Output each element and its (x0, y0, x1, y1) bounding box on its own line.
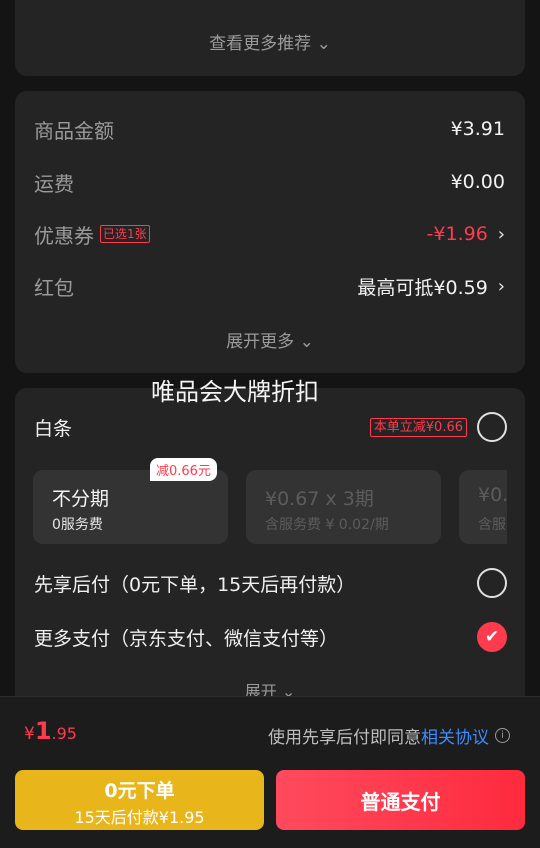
agreement-link[interactable]: 相关协议 (421, 723, 489, 748)
normal-pay-button[interactable]: 普通支付 (276, 770, 525, 830)
goods-amount-value: ¥3.91 (450, 118, 505, 140)
coupon-value: -¥1.96 (426, 223, 488, 245)
baitiao-promo-tag: 本单立减¥0.66 (369, 417, 467, 437)
red-packet-row[interactable]: 红包 最高可抵¥0.59 › (34, 271, 505, 301)
goods-amount-label: 商品金额 (34, 118, 114, 143)
total-price: ¥1.95 (24, 717, 77, 745)
pay-later-button-subtitle: 15天后付款¥1.95 (74, 808, 205, 827)
plan-title: ¥0.67 x 3期 (265, 488, 374, 510)
info-icon[interactable]: i (495, 728, 510, 743)
baitiao-row[interactable]: 白条 本单立减¥0.66 (34, 410, 507, 444)
pay-later-button[interactable]: 0元下单 15天后付款¥1.95 (15, 770, 264, 830)
pay-later-row[interactable]: 先享后付（0元下单，15天后再付款） (34, 566, 507, 600)
plan-subtitle: 含服务费 ¥ 0.02/期 (265, 517, 389, 533)
plan-more-installments[interactable]: ¥0. 含服 (459, 470, 507, 544)
expand-more-link[interactable]: 展开更多 ⌄ (15, 327, 525, 352)
checkout-bar: ¥1.95 使用先享后付即同意 相关协议 i 0元下单 15天后付款¥1.95 … (0, 696, 540, 848)
plan-title: 不分期 (52, 488, 110, 510)
baitiao-label: 白条 (34, 417, 73, 440)
more-payment-row[interactable]: 更多支付（京东支付、微信支付等） ✔ (34, 620, 507, 654)
plan-3-installments[interactable]: ¥0.67 x 3期 含服务费 ¥ 0.02/期 (246, 470, 441, 544)
agreement-label: 使用先享后付即同意 (268, 728, 421, 748)
price-summary-panel: 商品金额 ¥3.91 运费 ¥0.00 优惠券 已选1张 -¥1.96 › 红包… (15, 91, 525, 373)
more-payment-label: 更多支付（京东支付、微信支付等） (34, 627, 339, 650)
plan-subtitle: 含服 (478, 517, 506, 533)
chevron-right-icon: › (497, 223, 505, 245)
payment-card: 白条 本单立减¥0.66 不分期 0服务费 ¥0.67 x 3期 含服务费 ¥ … (15, 388, 525, 708)
red-packet-label: 红包 (34, 275, 74, 300)
installment-plans: 不分期 0服务费 ¥0.67 x 3期 含服务费 ¥ 0.02/期 ¥0. 含服 (33, 470, 507, 544)
red-packet-value: 最高可抵¥0.59 (357, 276, 488, 299)
pay-later-button-title: 0元下单 (104, 780, 175, 802)
shipping-row: 运费 ¥0.00 (34, 167, 505, 197)
plan-title: ¥0. (478, 484, 507, 506)
pay-later-radio[interactable] (477, 568, 507, 598)
baitiao-radio[interactable] (477, 412, 507, 442)
shipping-label: 运费 (34, 171, 74, 196)
plan-subtitle: 0服务费 (52, 517, 103, 533)
total-integer: 1 (34, 717, 52, 745)
shipping-value: ¥0.00 (450, 171, 505, 193)
recommend-card: 查看更多推荐 ⌄ (15, 0, 525, 76)
currency-symbol: ¥ (24, 724, 35, 744)
agreement-text: 使用先享后付即同意 相关协议 i (268, 723, 510, 748)
goods-amount-row: 商品金额 ¥3.91 (34, 114, 505, 144)
coupon-selected-tag: 已选1张 (100, 225, 150, 243)
plan-no-installment[interactable]: 不分期 0服务费 (33, 470, 228, 544)
coupon-label: 优惠券 (34, 223, 94, 248)
pay-later-label: 先享后付（0元下单，15天后再付款） (34, 573, 356, 596)
chevron-right-icon: › (497, 275, 505, 297)
save-badge: 减0.66元 (150, 458, 217, 481)
coupon-row[interactable]: 优惠券 已选1张 -¥1.96 › (34, 219, 505, 249)
overlay-banner-text: 唯品会大牌折扣 (151, 378, 319, 406)
checkmark-icon[interactable]: ✔ (477, 622, 507, 652)
more-recommend-link[interactable]: 查看更多推荐 ⌄ (15, 29, 525, 54)
total-decimal: .95 (51, 724, 77, 743)
